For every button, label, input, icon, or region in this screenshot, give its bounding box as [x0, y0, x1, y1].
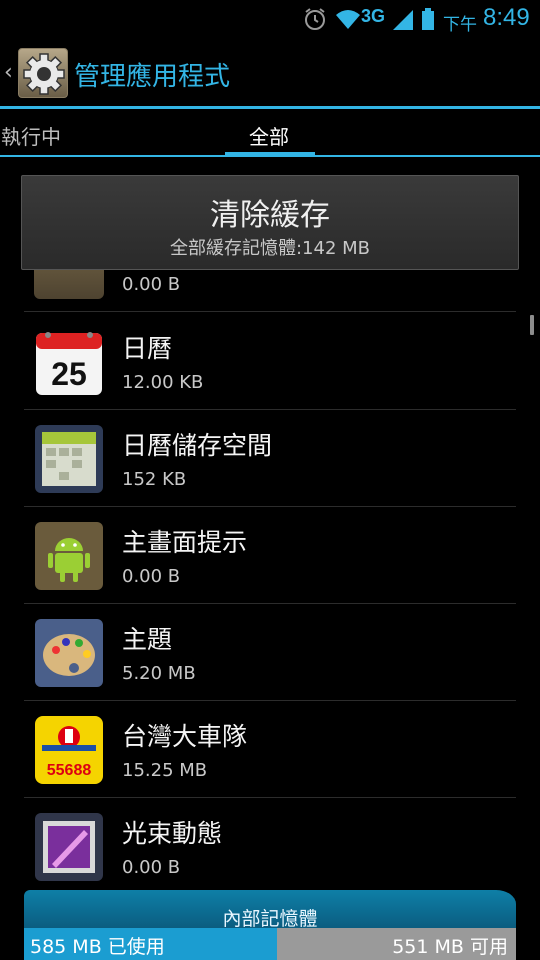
tabs-divider [0, 155, 540, 157]
calendar-icon: 25 [34, 327, 104, 397]
tab-all[interactable]: 全部 [249, 121, 289, 150]
wifi-icon [336, 10, 360, 29]
storage-used-text: 585 MB 已使用 [30, 936, 165, 958]
clock: 8:49 [483, 4, 530, 31]
status-bar: 3G 下午 8:49 [0, 0, 540, 38]
app-size: 12.00 KB [122, 372, 204, 393]
tab-bar: 執行中 全部 [0, 109, 540, 157]
light-beam-icon [34, 812, 104, 882]
settings-gear-icon[interactable] [18, 48, 68, 98]
app-name: 主題 [122, 625, 173, 654]
alarm-icon [305, 8, 325, 30]
storage-usage: 內部記憶體 585 MB 已使用 551 MB 可用 [24, 890, 516, 960]
app-name: 光束動態 [122, 819, 223, 848]
taxi-number: 55688 [47, 762, 92, 779]
battery-icon [422, 8, 434, 30]
signal-icon [393, 10, 413, 30]
list-item[interactable]: 日曆儲存空間 152 KB [24, 410, 516, 507]
app-size: 5.20 MB [122, 663, 196, 684]
palette-icon [34, 618, 104, 688]
app-size: 152 KB [122, 469, 187, 490]
scrollbar[interactable] [530, 315, 534, 335]
clear-cache-title: 清除緩存 [210, 198, 330, 233]
clear-cache-button[interactable]: 清除緩存 全部緩存記憶體:142 MB [21, 175, 519, 270]
app-size: 0.00 B [122, 566, 181, 587]
list-item[interactable]: 55688 台灣大車隊 15.25 MB [24, 701, 516, 798]
app-size: 0.00 B [122, 857, 181, 878]
app-name: 主畫面提示 [122, 528, 248, 557]
calendar-date: 25 [51, 356, 87, 392]
taxi-icon: 55688 [34, 715, 104, 785]
app-size: 0.00 B [122, 274, 181, 295]
time-period: 下午 [443, 15, 477, 35]
action-bar[interactable]: ‹ 管理應用程式 [0, 38, 540, 108]
app-name: 日曆 [122, 334, 173, 363]
network-type: 3G [361, 6, 386, 26]
list-item[interactable]: 光束動態 0.00 B [24, 798, 516, 890]
list-item[interactable]: 主題 5.20 MB [24, 604, 516, 701]
storage-free-text: 551 MB 可用 [392, 936, 508, 958]
total-cache-size: 全部緩存記憶體:142 MB [169, 238, 371, 259]
calendar-storage-icon [34, 424, 104, 494]
app-name: 日曆儲存空間 [122, 431, 273, 460]
back-icon[interactable]: ‹ [4, 60, 13, 85]
app-size: 15.25 MB [122, 760, 208, 781]
page-title: 管理應用程式 [74, 62, 231, 92]
storage-label: 內部記憶體 [222, 908, 318, 930]
android-icon [34, 521, 104, 591]
app-name: 台灣大車隊 [122, 722, 248, 751]
list-item[interactable]: 25 日曆 12.00 KB [24, 313, 516, 410]
app-icon [34, 270, 104, 299]
list-item[interactable]: 主畫面提示 0.00 B [24, 507, 516, 604]
list-item[interactable]: 0.00 B [24, 270, 516, 312]
tab-running[interactable]: 執行中 [1, 121, 61, 150]
app-list[interactable]: 0.00 B 25 日曆 12.00 KB 日曆儲存空間 152 KB 主畫面提… [0, 270, 540, 890]
